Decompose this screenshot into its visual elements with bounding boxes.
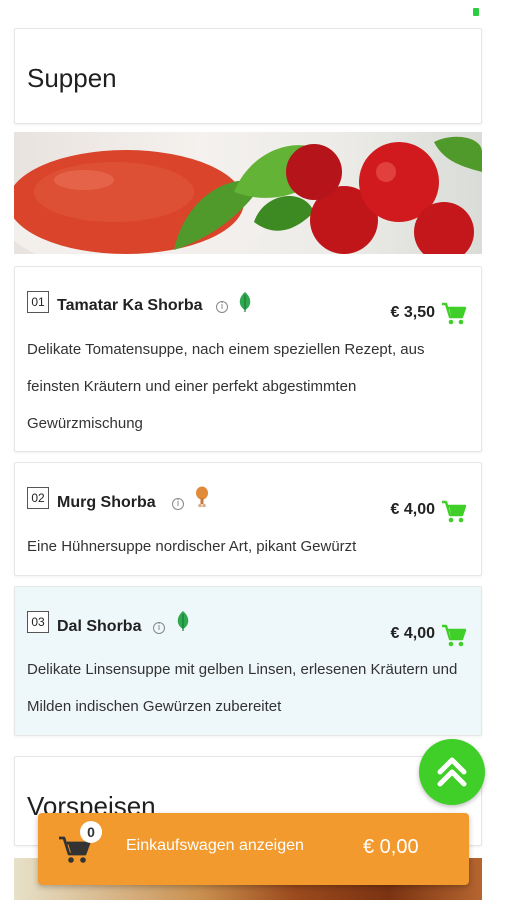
- item-number: 03: [27, 611, 49, 633]
- scroll-to-top-button[interactable]: [419, 739, 485, 805]
- soups-banner-image: [14, 132, 482, 254]
- item-price: € 4,00: [390, 501, 435, 518]
- cart-count-badge: 0: [80, 821, 102, 843]
- double-chevron-up-icon: [437, 757, 467, 787]
- tomato-soup-illustration: [14, 136, 482, 254]
- item-description: Eine Hühnersuppe nordischer Art, pikant …: [27, 538, 357, 555]
- info-icon[interactable]: i: [153, 622, 165, 634]
- leaf-icon: [239, 292, 251, 312]
- menu-item-card[interactable]: 03 Dal Shorba i € 4,00 Delikate Linsensu…: [14, 586, 482, 736]
- item-description: Delikate Tomatensuppe, nach einem spezie…: [27, 341, 425, 432]
- item-name: Dal Shorba: [57, 618, 142, 635]
- section-header-soups: Suppen: [14, 28, 482, 124]
- view-cart-label: Einkaufswagen anzeigen: [126, 837, 304, 854]
- item-price: € 4,00: [390, 625, 435, 642]
- chicken-leg-icon: [196, 486, 208, 508]
- add-to-cart-icon[interactable]: [441, 302, 467, 326]
- add-to-cart-icon[interactable]: [441, 624, 467, 648]
- item-description: Delikate Linsensuppe mit gelben Linsen, …: [27, 661, 458, 715]
- cart-total: € 0,00: [363, 836, 419, 858]
- add-to-cart-icon[interactable]: [441, 500, 467, 524]
- info-icon[interactable]: i: [172, 498, 184, 510]
- item-name: Murg Shorba: [57, 494, 156, 511]
- menu-item-card[interactable]: 01 Tamatar Ka Shorba i € 3,50 Delikate T…: [14, 266, 482, 452]
- item-price: € 3,50: [390, 304, 435, 321]
- view-cart-bar[interactable]: 0 Einkaufswagen anzeigen € 0,00: [38, 813, 469, 885]
- item-number: 01: [27, 291, 49, 313]
- status-indicator: [473, 8, 479, 16]
- menu-item-card[interactable]: 02 Murg Shorba i € 4,00 Eine Hühnersuppe…: [14, 462, 482, 576]
- section-title: Suppen: [27, 63, 117, 93]
- item-name: Tamatar Ka Shorba: [57, 297, 203, 314]
- leaf-icon: [177, 611, 189, 631]
- item-number: 02: [27, 487, 49, 509]
- info-icon[interactable]: i: [216, 301, 228, 313]
